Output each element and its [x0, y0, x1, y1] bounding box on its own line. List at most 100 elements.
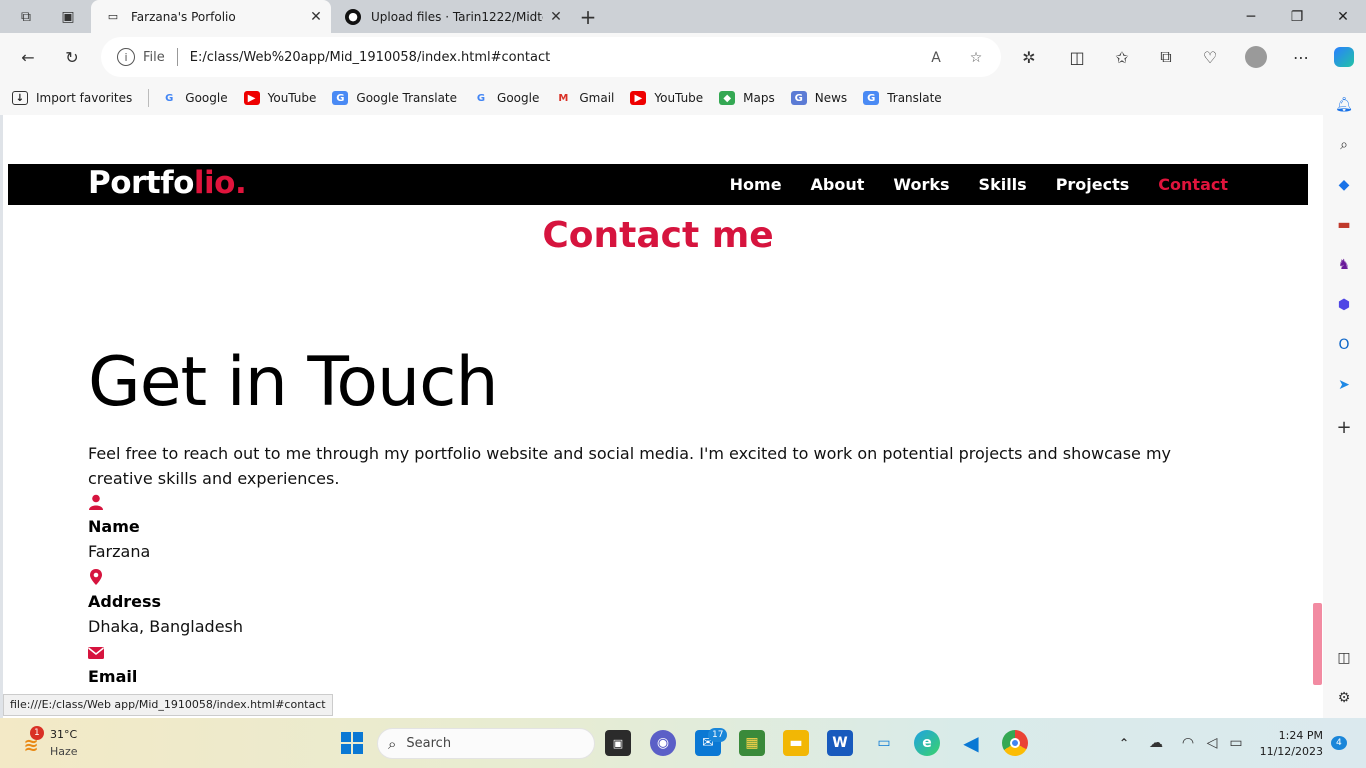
- favorite-gmail[interactable]: M Gmail: [555, 91, 614, 105]
- page-icon: ▭: [107, 10, 119, 23]
- split-screen-icon[interactable]: ◫: [1064, 44, 1090, 70]
- refresh-icon[interactable]: ↻: [59, 44, 85, 70]
- edge-browser-icon[interactable]: e: [914, 730, 940, 756]
- onedrive-cloud-icon[interactable]: ☁: [1143, 730, 1169, 756]
- favorites-icon[interactable]: ✩: [1109, 44, 1135, 70]
- favorite-google-translate[interactable]: G Google Translate: [332, 91, 457, 105]
- shopping-tag-icon[interactable]: ◆: [1334, 175, 1354, 195]
- close-tab-icon[interactable]: ✕: [547, 8, 565, 26]
- weather-badge: 1: [30, 726, 44, 740]
- file-explorer-icon[interactable]: ▬: [783, 730, 809, 756]
- task-view-icon[interactable]: ▣: [605, 730, 631, 756]
- edge-sidebar: 🔔︎ ⌕ ◆ ▬ ♞ ⬢ O ➤ + ◫ ⚙: [1323, 81, 1366, 718]
- minimize-icon[interactable]: ─: [1228, 0, 1274, 33]
- favorite-import[interactable]: ↓ Import favorites: [12, 91, 132, 105]
- clock-time[interactable]: 1:24 PM: [1275, 729, 1323, 742]
- url-text[interactable]: E:/class/Web%20app/Mid_1910058/index.htm…: [190, 50, 550, 65]
- favorite-youtube[interactable]: ▶ YouTube: [243, 91, 317, 105]
- favorite-google[interactable]: G Google: [161, 91, 227, 105]
- photos-icon[interactable]: ▦: [739, 730, 765, 756]
- weather-condition[interactable]: Haze: [50, 745, 78, 758]
- workspaces-icon[interactable]: ⧉: [15, 6, 37, 28]
- tab-title: Farzana's Porfolio: [131, 9, 236, 24]
- contact-label-address: Address: [88, 592, 162, 611]
- github-icon: ●: [345, 8, 361, 25]
- user-icon: [89, 494, 103, 510]
- favorites-bar: ↓ Import favorites G Google ▶ YouTube G …: [0, 81, 1366, 115]
- tab-portfolio[interactable]: ▭ Farzana's Porfolio ✕: [91, 0, 331, 33]
- address-bar[interactable]: i File E:/class/Web%20app/Mid_1910058/in…: [101, 37, 1001, 77]
- copilot-icon[interactable]: [1331, 44, 1357, 70]
- favorite-label: YouTube: [267, 91, 317, 105]
- wifi-icon[interactable]: ◠: [1175, 730, 1201, 756]
- microsoft-365-icon[interactable]: ⬢: [1334, 295, 1354, 315]
- nav-projects[interactable]: Projects: [1056, 175, 1130, 194]
- favorite-label: News: [814, 91, 848, 105]
- tools-icon[interactable]: ▬: [1334, 215, 1354, 235]
- nav-contact[interactable]: Contact: [1158, 175, 1228, 194]
- intro-text: Feel free to reach out to me through my …: [88, 444, 1172, 488]
- hide-sidebar-icon[interactable]: ◫: [1334, 648, 1354, 668]
- nav-home[interactable]: Home: [730, 175, 782, 194]
- profile-avatar-icon[interactable]: [1243, 44, 1269, 70]
- status-url-tooltip: file:///E:/class/Web app/Mid_1910058/ind…: [3, 694, 333, 716]
- page-heading: Get in Touch: [88, 343, 499, 422]
- favorite-youtube[interactable]: ▶ YouTube: [630, 91, 703, 105]
- settings-gear-icon[interactable]: ⚙: [1334, 688, 1354, 708]
- close-window-icon[interactable]: ✕: [1320, 0, 1366, 33]
- favorite-news[interactable]: G News: [790, 91, 848, 105]
- teams-chat-icon[interactable]: ◉: [650, 730, 676, 756]
- taskbar-search[interactable]: ⌕ Search: [377, 728, 595, 759]
- new-tab-icon[interactable]: +: [577, 5, 599, 29]
- collections-icon[interactable]: ⧉: [1153, 44, 1179, 70]
- search-icon[interactable]: ⌕: [1334, 135, 1354, 155]
- tab-github-upload[interactable]: ● Upload files · Tarin1222/Midterm ✕: [331, 0, 571, 33]
- youtube-icon: ▶: [630, 91, 647, 105]
- nav-skills[interactable]: Skills: [979, 175, 1027, 194]
- favorites-divider: [148, 89, 150, 107]
- site-logo[interactable]: Portfolio.: [88, 165, 247, 201]
- games-icon[interactable]: ♞: [1334, 255, 1354, 275]
- google-icon: G: [165, 92, 174, 104]
- translate-icon: G: [863, 91, 880, 105]
- search-placeholder: Search: [406, 736, 452, 751]
- volume-icon[interactable]: ◁: [1199, 730, 1225, 756]
- favorite-star-icon[interactable]: ☆: [965, 47, 987, 69]
- battery-icon[interactable]: ▭: [1223, 730, 1249, 756]
- search-icon: ⌕: [388, 734, 397, 753]
- maps-icon: ◆: [719, 91, 736, 105]
- drop-icon[interactable]: ➤: [1334, 375, 1354, 395]
- notification-bell-icon[interactable]: 🔔︎: [1334, 95, 1354, 115]
- favorite-maps[interactable]: ◆ Maps: [719, 91, 775, 105]
- chrome-icon[interactable]: [1002, 730, 1028, 756]
- info-icon[interactable]: i: [117, 48, 135, 66]
- clock-date[interactable]: 11/12/2023: [1258, 745, 1323, 758]
- chevron-up-icon[interactable]: ⌃: [1111, 730, 1137, 756]
- contact-label-email: Email: [88, 667, 138, 686]
- vertical-tabs-icon[interactable]: ▣: [57, 6, 79, 28]
- read-aloud-icon[interactable]: A: [925, 47, 947, 69]
- tab-title: Upload files · Tarin1222/Midterm: [371, 9, 543, 24]
- outlook-icon[interactable]: O: [1334, 335, 1354, 355]
- scrollbar-thumb[interactable]: [1313, 603, 1322, 685]
- site-navbar: Portfolio. Home About Works Skills Proje…: [8, 164, 1308, 205]
- nav-about[interactable]: About: [811, 175, 865, 194]
- restore-icon[interactable]: ❐: [1274, 0, 1320, 33]
- word-icon[interactable]: W: [827, 730, 853, 756]
- favorite-google[interactable]: G Google: [473, 91, 539, 105]
- notification-count-badge[interactable]: 4: [1331, 736, 1347, 750]
- back-icon[interactable]: ←: [15, 44, 41, 70]
- windows-start-icon[interactable]: [339, 730, 365, 756]
- vscode-icon[interactable]: ◀: [958, 730, 984, 756]
- close-tab-icon[interactable]: ✕: [307, 8, 325, 26]
- youtube-icon: ▶: [243, 91, 260, 105]
- extensions-icon[interactable]: ✲: [1016, 44, 1042, 70]
- more-menu-icon[interactable]: ⋯: [1288, 44, 1314, 70]
- weather-temperature[interactable]: 31°C: [50, 728, 77, 741]
- favorite-translate[interactable]: G Translate: [863, 91, 942, 105]
- nav-works[interactable]: Works: [893, 175, 949, 194]
- store-icon[interactable]: ▭: [871, 730, 897, 756]
- favorite-label: Gmail: [579, 91, 615, 105]
- browser-essentials-icon[interactable]: ♡: [1197, 44, 1223, 70]
- add-icon[interactable]: +: [1334, 417, 1354, 438]
